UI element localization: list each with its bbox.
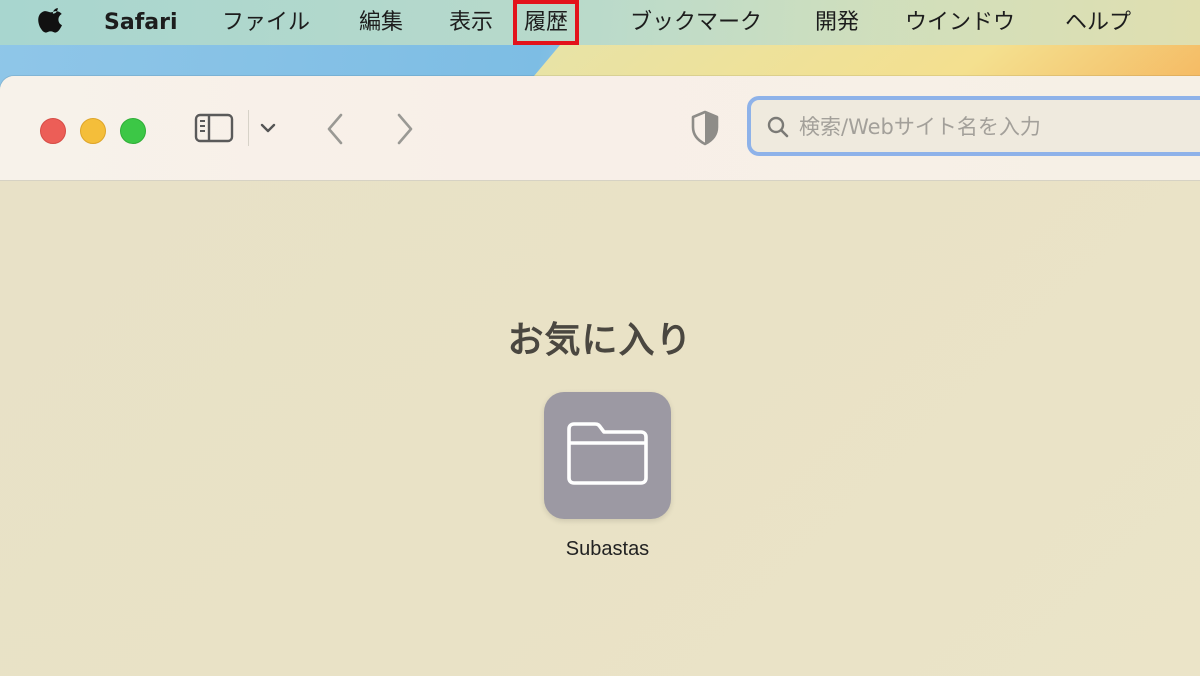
close-window-button[interactable] <box>40 118 66 144</box>
apple-icon[interactable] <box>37 6 67 38</box>
privacy-shield-icon[interactable] <box>690 110 720 146</box>
chevron-down-icon[interactable] <box>258 118 278 138</box>
menu-edit[interactable]: 編集 <box>359 0 403 45</box>
safari-window: お気に入り Subastas <box>0 76 1200 676</box>
sidebar-icon[interactable] <box>194 112 234 144</box>
search-icon <box>767 116 789 138</box>
menu-bookmarks[interactable]: ブックマーク <box>630 0 762 45</box>
maximize-window-button[interactable] <box>120 118 146 144</box>
menu-view[interactable]: 表示 <box>449 0 493 45</box>
menu-develop[interactable]: 開発 <box>815 0 859 45</box>
menu-file[interactable]: ファイル <box>222 0 310 45</box>
menu-bar: Safari ファイル 編集 表示 履歴 ブックマーク 開発 ウインドウ ヘルプ <box>0 0 1200 45</box>
back-icon[interactable] <box>322 112 348 146</box>
search-input[interactable] <box>797 108 1200 146</box>
menu-window[interactable]: ウインドウ <box>905 0 1015 45</box>
toolbar-divider <box>248 110 249 146</box>
menu-help[interactable]: ヘルプ <box>1065 0 1131 45</box>
address-bar[interactable] <box>747 96 1200 156</box>
toolbar <box>0 76 1200 181</box>
start-page: お気に入り Subastas <box>0 181 1200 676</box>
menu-app-safari[interactable]: Safari <box>104 0 178 45</box>
menu-history[interactable]: 履歴 <box>512 0 580 45</box>
favorites-heading: お気に入り <box>507 320 693 361</box>
favorite-tile-subastas[interactable] <box>544 392 671 519</box>
favorite-label[interactable]: Subastas <box>520 538 695 561</box>
forward-icon[interactable] <box>392 112 418 146</box>
minimize-window-button[interactable] <box>80 118 106 144</box>
folder-icon <box>567 422 648 485</box>
